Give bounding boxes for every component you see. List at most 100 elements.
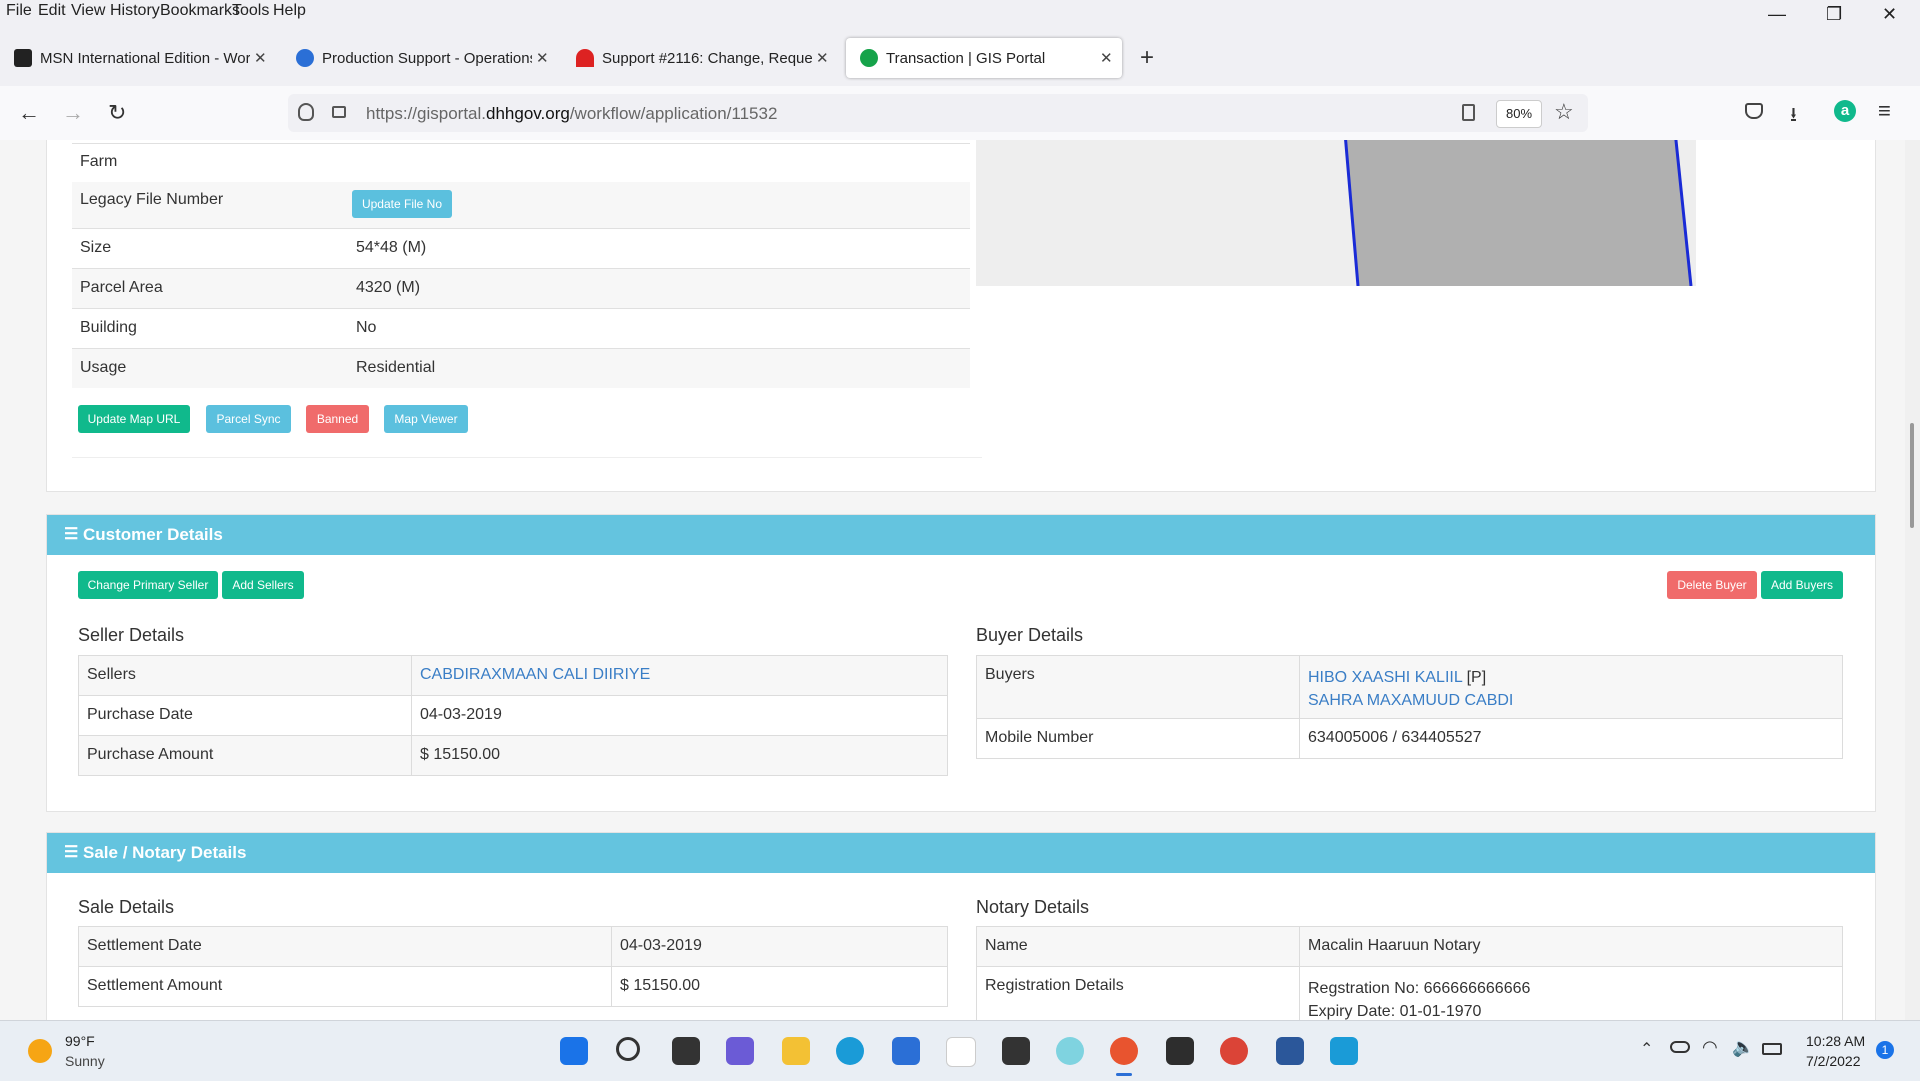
row-label: Name <box>976 926 1300 967</box>
row-label: Size <box>80 239 112 256</box>
mail-icon[interactable] <box>1056 1037 1084 1065</box>
buyer-link[interactable]: SAHRA MAXAMUUD CABDI <box>1308 692 1513 709</box>
page-content: Farm Legacy File Number Update File No S… <box>0 140 1905 1020</box>
tab-support-2116[interactable]: Support #2116: Change, Request ✕ <box>562 38 832 78</box>
clock-time[interactable]: 10:28 AM <box>1806 1033 1865 1049</box>
volume-icon[interactable]: 🔈 <box>1732 1037 1754 1058</box>
amazon-icon[interactable] <box>946 1037 976 1067</box>
pocket-icon[interactable] <box>1745 103 1763 119</box>
table-row: Registration Details Regstration No: 666… <box>976 966 1843 1020</box>
parcel-map[interactable] <box>976 140 1696 286</box>
download-icon[interactable]: ⭳ <box>1790 100 1797 134</box>
add-sellers-button[interactable]: Add Sellers <box>222 571 304 599</box>
star-icon[interactable]: ☆ <box>1554 99 1574 125</box>
tab-production-support[interactable]: Production Support - Operations ✕ <box>282 38 552 78</box>
maximize-icon[interactable]: ❐ <box>1826 4 1842 25</box>
windows-start-icon[interactable] <box>560 1037 588 1065</box>
store-icon[interactable] <box>892 1037 920 1065</box>
dropbox-icon[interactable] <box>1002 1037 1030 1065</box>
msn-icon <box>14 49 32 67</box>
chrome-icon[interactable] <box>1220 1037 1248 1065</box>
row-value: 54*48 (M) <box>356 239 427 256</box>
seller-details-title: Seller Details <box>78 625 185 645</box>
row-label: Mobile Number <box>976 718 1300 759</box>
add-buyers-button[interactable]: Add Buyers <box>1761 571 1843 599</box>
menu-edit[interactable]: Edit <box>38 2 66 20</box>
menu-tools[interactable]: Tools <box>232 2 269 20</box>
close-icon[interactable]: ✕ <box>816 49 829 67</box>
tab-transaction-gis[interactable]: Transaction | GIS Portal ✕ <box>846 38 1122 78</box>
row-value: $ 15150.00 <box>611 966 948 1007</box>
power-icon <box>296 49 314 67</box>
minimize-icon[interactable]: — <box>1768 4 1786 25</box>
weather-temp[interactable]: 99°F <box>65 1033 95 1049</box>
notepad-icon[interactable] <box>1330 1037 1358 1065</box>
lock-icon[interactable] <box>332 106 346 118</box>
account-icon[interactable]: a <box>1834 100 1856 122</box>
forward-icon[interactable]: → <box>62 100 84 126</box>
menu-history[interactable]: History <box>110 2 160 20</box>
zoom-level[interactable]: 80% <box>1496 100 1542 128</box>
divider <box>72 457 982 458</box>
close-icon[interactable]: ✕ <box>254 49 267 67</box>
tab-msn[interactable]: MSN International Edition - World ✕ <box>0 38 270 78</box>
update-file-no-button[interactable]: Update File No <box>352 190 452 218</box>
seller-link[interactable]: CABDIRAXMAAN CALI DIIRIYE <box>411 655 948 696</box>
banned-button[interactable]: Banned <box>306 405 369 433</box>
new-tab-icon[interactable]: + <box>1140 44 1154 72</box>
parcel-sync-button[interactable]: Parcel Sync <box>206 405 291 433</box>
map-viewer-button[interactable]: Map Viewer <box>384 405 468 433</box>
reader-view-icon[interactable] <box>1462 104 1475 121</box>
edge-icon[interactable] <box>836 1037 864 1065</box>
parcel-row-area: Parcel Area 4320 (M) <box>72 269 970 309</box>
expiry-date: Expiry Date: 01-01-1970 <box>1308 1003 1482 1020</box>
battery-icon[interactable] <box>1762 1043 1782 1055</box>
url-bar[interactable]: https://gisportal.dhhgov.org/workflow/ap… <box>288 94 1588 132</box>
shield-icon[interactable] <box>298 103 314 121</box>
todo-icon[interactable] <box>1166 1037 1194 1065</box>
menu-bookmarks[interactable]: Bookmarks <box>160 2 240 20</box>
close-window-icon[interactable]: ✕ <box>1882 4 1897 25</box>
change-primary-seller-button[interactable]: Change Primary Seller <box>78 571 218 599</box>
search-icon[interactable] <box>616 1037 640 1061</box>
weather-condition[interactable]: Sunny <box>65 1053 105 1069</box>
menu-view[interactable]: View <box>71 2 105 20</box>
update-map-url-button[interactable]: Update Map URL <box>78 405 190 433</box>
chevron-up-icon[interactable]: ⌃ <box>1640 1039 1653 1059</box>
menu-help[interactable]: Help <box>273 2 306 20</box>
task-view-icon[interactable] <box>672 1037 700 1065</box>
close-icon[interactable]: ✕ <box>536 49 549 67</box>
wifi-icon[interactable]: ◠ <box>1702 1037 1718 1058</box>
url-text[interactable]: https://gisportal.dhhgov.org/workflow/ap… <box>366 104 777 124</box>
row-value: 04-03-2019 <box>411 695 948 736</box>
word-icon[interactable] <box>1276 1037 1304 1065</box>
tab-bar: MSN International Edition - World ✕ Prod… <box>0 24 1920 86</box>
row-label: Building <box>80 319 137 336</box>
row-label: Farm <box>80 153 118 170</box>
delete-buyer-button[interactable]: Delete Buyer <box>1667 571 1757 599</box>
scrollbar-thumb[interactable] <box>1910 423 1914 528</box>
cloud-icon[interactable] <box>1670 1041 1690 1053</box>
menu-bar: File Edit View History Bookmarks Tools H… <box>0 0 1920 24</box>
clock-date[interactable]: 7/2/2022 <box>1806 1053 1861 1069</box>
registration-values: Regstration No: 666666666666 Expiry Date… <box>1299 966 1843 1020</box>
file-explorer-icon[interactable] <box>782 1037 810 1065</box>
buyer-link[interactable]: HIBO XAASHI KALIIL <box>1308 669 1462 686</box>
teams-chat-icon[interactable] <box>726 1037 754 1065</box>
app-menu-icon[interactable]: ≡ <box>1878 98 1891 124</box>
scrollbar[interactable] <box>1905 140 1920 1020</box>
customer-details-header: ☰ Customer Details <box>47 515 1875 555</box>
firefox-icon[interactable] <box>1110 1037 1138 1076</box>
menu-file[interactable]: File <box>6 2 32 20</box>
notification-badge[interactable]: 1 <box>1876 1041 1894 1059</box>
row-label: Registration Details <box>976 966 1300 1020</box>
close-icon[interactable]: ✕ <box>1100 49 1113 67</box>
tab-title: Production Support - Operations <box>322 49 532 67</box>
sale-notary-card: ☰ Sale / Notary Details Sale Details Not… <box>46 832 1876 1020</box>
parcel-row-building: Building No <box>72 309 970 349</box>
sun-icon[interactable] <box>28 1039 52 1063</box>
reload-icon[interactable]: ↻ <box>108 100 126 126</box>
row-label: Sellers <box>78 655 412 696</box>
row-label: Settlement Date <box>78 926 612 967</box>
back-icon[interactable]: ← <box>18 100 40 126</box>
